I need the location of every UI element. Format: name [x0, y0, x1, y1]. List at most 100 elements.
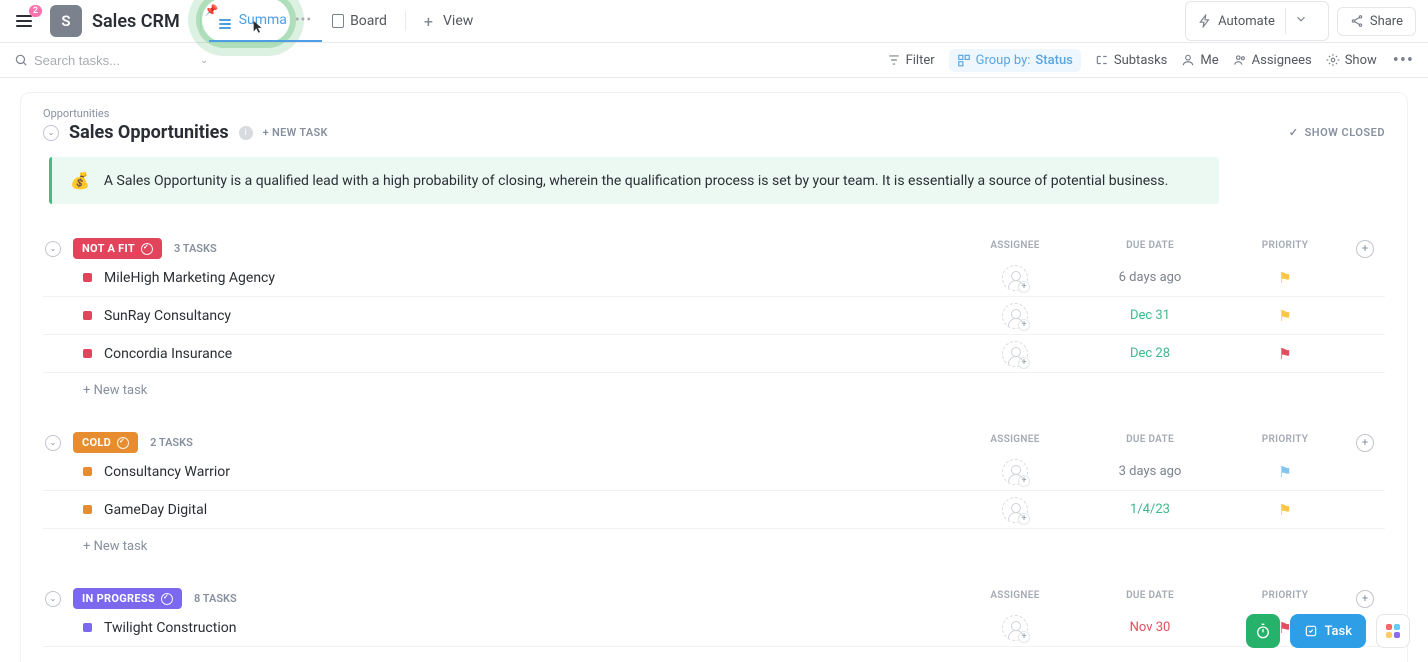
- moneybag-icon: 💰: [70, 171, 90, 190]
- new-task-row[interactable]: + New task: [43, 539, 1385, 554]
- assignee-cell[interactable]: +: [955, 341, 1075, 367]
- board-icon: [332, 14, 344, 28]
- due-date-cell[interactable]: 1/4/23: [1075, 502, 1225, 517]
- status-square-icon: [83, 311, 92, 320]
- subtasks-button[interactable]: Subtasks: [1095, 53, 1168, 68]
- automate-button[interactable]: Automate: [1185, 1, 1329, 41]
- tab-summary[interactable]: 📌 Summa •••: [209, 0, 322, 42]
- collapse-group[interactable]: ⌄: [45, 435, 61, 451]
- task-name: Consultancy Warrior: [104, 464, 230, 480]
- priority-flag[interactable]: ⚑: [1225, 307, 1345, 325]
- collapse-list[interactable]: ⌄: [43, 125, 59, 141]
- assignee-placeholder[interactable]: +: [1002, 497, 1028, 523]
- add-assignee-icon: +: [1018, 513, 1030, 525]
- task-row[interactable]: MileHigh Marketing Agency + 6 days ago ⚑: [43, 259, 1385, 297]
- task-row[interactable]: Consultancy Warrior + 3 days ago ⚑: [43, 453, 1385, 491]
- col-priority: PRIORITY: [1225, 434, 1345, 452]
- top-bar: 2 S Sales CRM 📌 Summa ••• Board View Aut…: [0, 0, 1428, 43]
- task-name-cell: SunRay Consultancy: [83, 308, 955, 324]
- info-icon[interactable]: i: [239, 126, 253, 140]
- priority-flag[interactable]: ⚑: [1225, 463, 1345, 481]
- task-name-cell: MileHigh Marketing Agency: [83, 270, 955, 286]
- description-text: A Sales Opportunity is a qualified lead …: [104, 173, 1168, 189]
- due-date-cell[interactable]: 3 days ago: [1075, 464, 1225, 479]
- task-row[interactable]: Twilight Construction + Nov 30 ⚑: [43, 609, 1385, 647]
- show-label: Show: [1345, 53, 1377, 68]
- timer-button[interactable]: [1246, 614, 1280, 648]
- task-name: MileHigh Marketing Agency: [104, 270, 275, 286]
- assignee-cell[interactable]: +: [955, 459, 1075, 485]
- due-date-cell[interactable]: Dec 28: [1075, 346, 1225, 361]
- assignee-placeholder[interactable]: +: [1002, 303, 1028, 329]
- add-column[interactable]: +: [1356, 434, 1374, 452]
- assignees-label: Assignees: [1252, 53, 1312, 68]
- due-date-cell[interactable]: Dec 31: [1075, 308, 1225, 323]
- status-square-icon: [83, 623, 92, 632]
- status-pill[interactable]: COLD: [73, 432, 138, 453]
- breadcrumb[interactable]: Opportunities: [43, 107, 1385, 120]
- task-row[interactable]: GameDay Digital + 1/4/23 ⚑: [43, 491, 1385, 529]
- apps-button[interactable]: [1376, 614, 1410, 648]
- menu-toggle[interactable]: 2: [12, 9, 36, 33]
- assignee-cell[interactable]: +: [955, 497, 1075, 523]
- status-check-icon: [117, 437, 129, 449]
- assignee-placeholder[interactable]: +: [1002, 265, 1028, 291]
- assignee-placeholder[interactable]: +: [1002, 459, 1028, 485]
- assignee-placeholder[interactable]: +: [1002, 341, 1028, 367]
- share-button[interactable]: Share: [1337, 7, 1416, 36]
- assignee-placeholder[interactable]: +: [1002, 615, 1028, 641]
- tab-options-icon[interactable]: •••: [295, 12, 312, 28]
- me-button[interactable]: Me: [1181, 53, 1218, 68]
- col-due-date: DUE DATE: [1075, 240, 1225, 258]
- add-column[interactable]: +: [1356, 590, 1374, 608]
- filter-button[interactable]: Filter: [887, 53, 935, 68]
- search-input[interactable]: [34, 53, 194, 68]
- priority-flag[interactable]: ⚑: [1225, 269, 1345, 287]
- separator: [405, 11, 406, 31]
- collapse-group[interactable]: ⌄: [45, 241, 61, 257]
- show-button[interactable]: Show: [1326, 53, 1377, 68]
- more-options[interactable]: •••: [1393, 50, 1414, 71]
- show-closed[interactable]: ✓ SHOW CLOSED: [1289, 126, 1385, 139]
- status-label: NOT A FIT: [82, 242, 135, 255]
- task-row[interactable]: SunRay Consultancy + Dec 31 ⚑: [43, 297, 1385, 335]
- assignees-button[interactable]: Assignees: [1233, 53, 1312, 68]
- space-title: Sales CRM: [92, 11, 180, 32]
- automate-dropdown[interactable]: [1285, 8, 1316, 34]
- task-row[interactable]: Concordia Insurance + Dec 28 ⚑: [43, 335, 1385, 373]
- space-avatar[interactable]: S: [50, 5, 82, 37]
- automate-label: Automate: [1218, 14, 1275, 29]
- check-icon: ✓: [1289, 126, 1299, 139]
- col-due-date: DUE DATE: [1075, 590, 1225, 608]
- group-header: ⌄ COLD 2 TASKS ASSIGNEE DUE DATE PRIORIT…: [43, 432, 1385, 453]
- assignee-cell[interactable]: +: [955, 265, 1075, 291]
- add-column[interactable]: +: [1356, 240, 1374, 258]
- status-square-icon: [83, 349, 92, 358]
- new-task-header[interactable]: + NEW TASK: [263, 126, 328, 139]
- assignee-cell[interactable]: +: [955, 303, 1075, 329]
- share-icon: [1350, 14, 1364, 28]
- status-pill[interactable]: IN PROGRESS: [73, 588, 182, 609]
- priority-flag[interactable]: ⚑: [1225, 345, 1345, 363]
- assignee-cell[interactable]: +: [955, 615, 1075, 641]
- due-date-cell[interactable]: Nov 30: [1075, 620, 1225, 635]
- group-header: ⌄ IN PROGRESS 8 TASKS ASSIGNEE DUE DATE …: [43, 588, 1385, 609]
- priority-flag[interactable]: ⚑: [1225, 501, 1345, 519]
- status-pill[interactable]: NOT A FIT: [73, 238, 162, 259]
- collapse-group[interactable]: ⌄: [45, 591, 61, 607]
- group-by-button[interactable]: Group by: Status: [949, 49, 1081, 72]
- task-name: Concordia Insurance: [104, 346, 232, 362]
- tab-board[interactable]: Board: [322, 0, 397, 42]
- task-count: 3 TASKS: [174, 242, 217, 255]
- status-label: IN PROGRESS: [82, 592, 155, 605]
- due-date-cell[interactable]: 6 days ago: [1075, 270, 1225, 285]
- search-options[interactable]: ⌄: [200, 55, 208, 66]
- task-name-cell: Consultancy Warrior: [83, 464, 955, 480]
- col-assignee: ASSIGNEE: [955, 240, 1075, 258]
- add-assignee-icon: +: [1018, 357, 1030, 369]
- tab-add-view[interactable]: View: [414, 0, 483, 42]
- new-task-row[interactable]: + New task: [43, 383, 1385, 398]
- create-task-button[interactable]: Task: [1290, 614, 1366, 648]
- apps-icon: [1386, 624, 1400, 638]
- status-check-icon: [161, 593, 173, 605]
